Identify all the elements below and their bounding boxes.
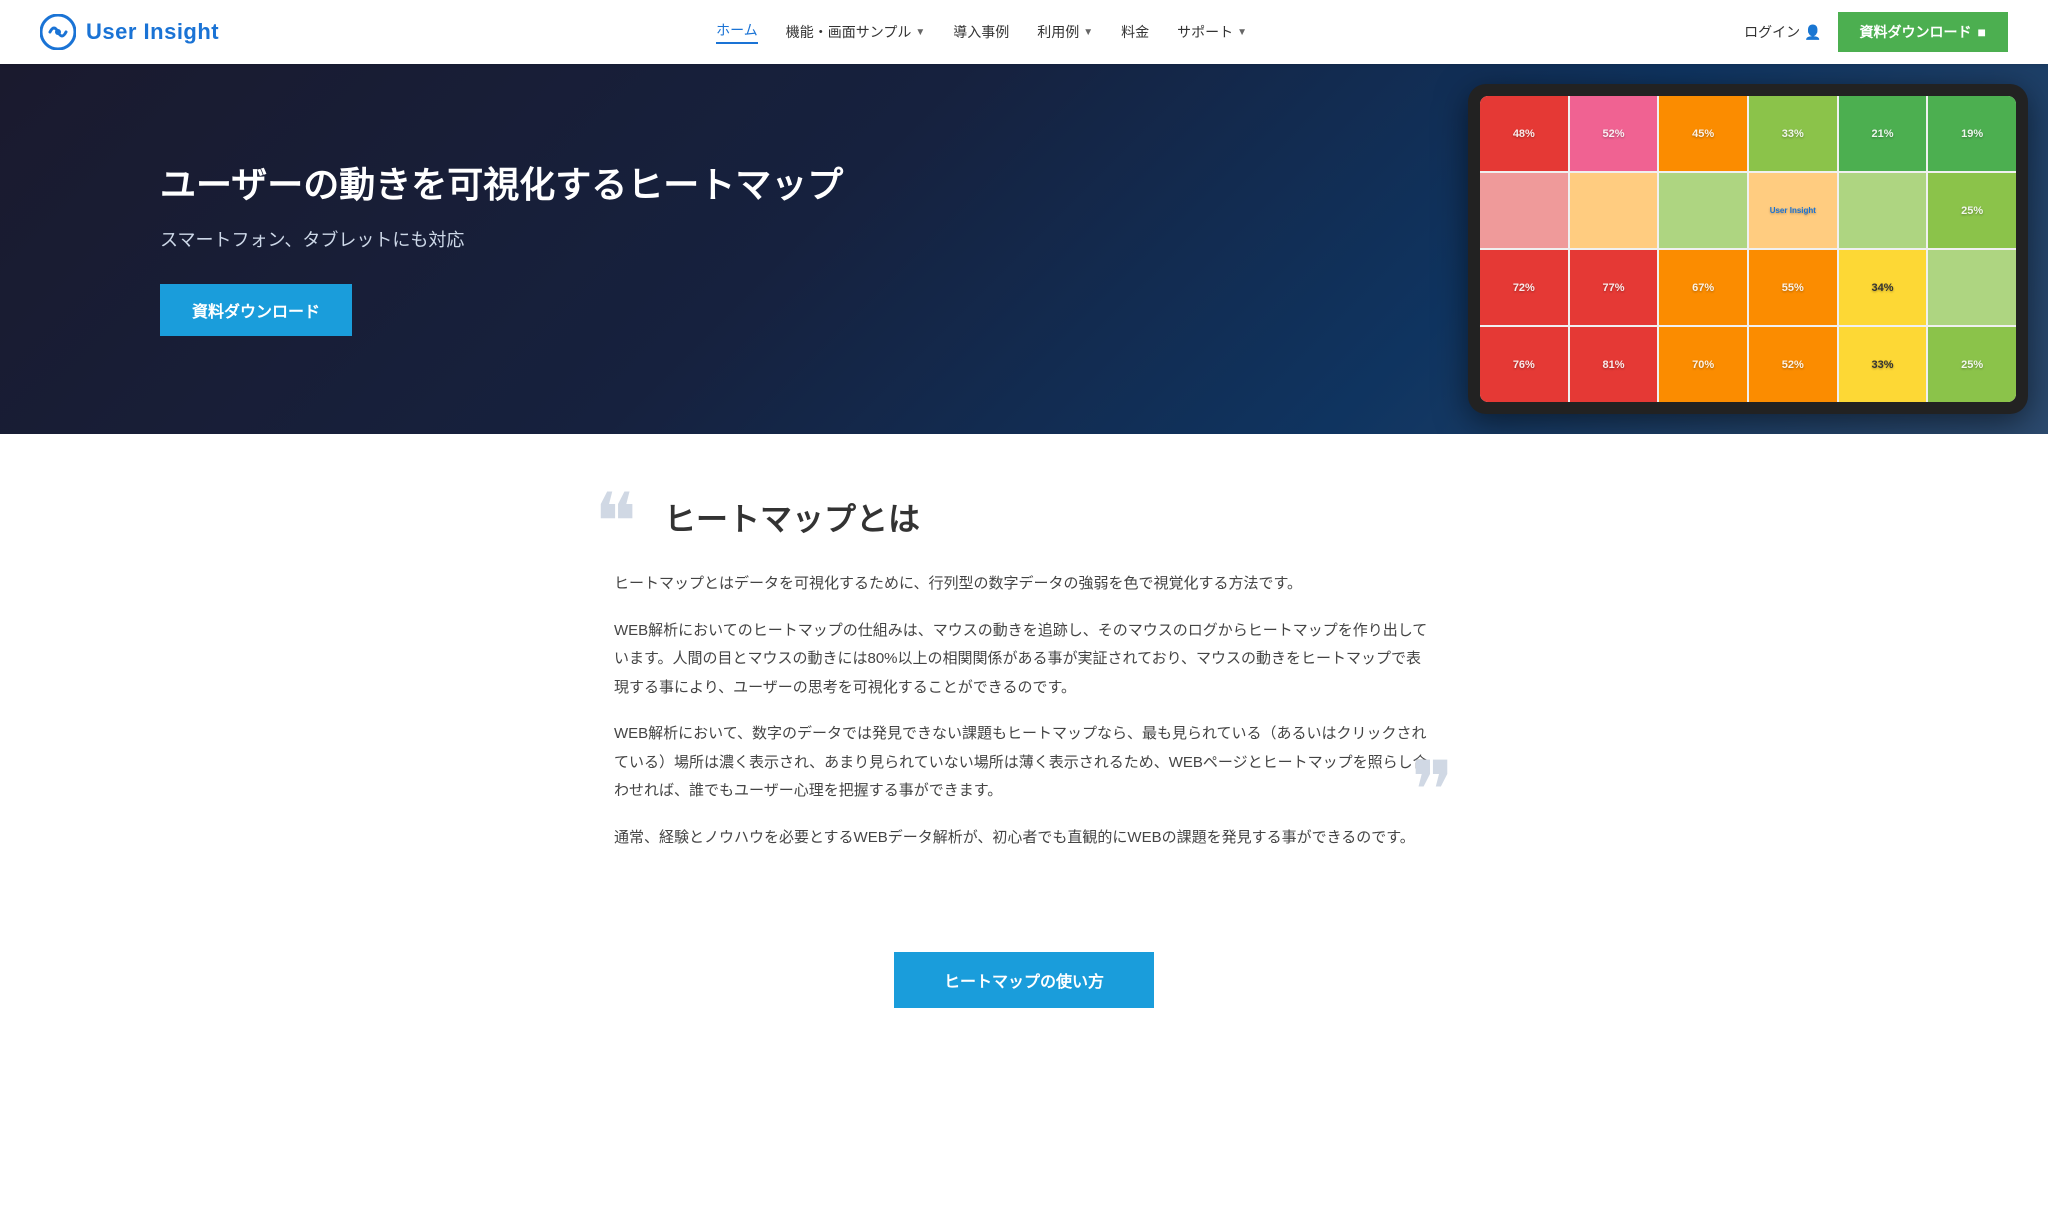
section-body: ヒートマップとはデータを可視化するために、行列型の数字データの強弱を色で視覚化す… (614, 570, 1434, 852)
nav-support[interactable]: サポート ▼ (1177, 22, 1247, 42)
hero-section: ユーザーの動きを可視化するヒートマップ スマートフォン、タブレットにも対応 資料… (0, 64, 2048, 434)
heat-cell: 76% (1480, 327, 1568, 402)
heat-cell: 19% (1928, 96, 2016, 171)
section-title: ヒートマップとは (664, 494, 1434, 540)
main-nav: ホーム 機能・画面サンプル ▼ 導入事例 利用例 ▼ 料金 サポート ▼ (716, 20, 1247, 44)
heat-cell: 33% (1749, 96, 1837, 171)
logo-text: User Insight (86, 19, 219, 45)
heat-cell: 70% (1659, 327, 1747, 402)
close-quote-icon: ❞ (1411, 752, 1454, 832)
nav-features[interactable]: 機能・画面サンプル ▼ (786, 22, 926, 42)
heat-cell (1928, 250, 2016, 325)
open-quote-icon: ❝ (594, 484, 637, 564)
chevron-down-icon: ▼ (1237, 27, 1247, 38)
tablet-screen: 48% 52% 45% 33% 21% 19% User Insight 25%… (1480, 96, 2016, 402)
nav-examples[interactable]: 利用例 ▼ (1037, 22, 1093, 42)
heat-cell: User Insight (1749, 173, 1837, 248)
nav-pricing[interactable]: 料金 (1121, 22, 1149, 42)
login-button[interactable]: ログイン 👤 (1744, 22, 1821, 42)
heat-cell (1659, 173, 1747, 248)
logo-icon (40, 14, 76, 50)
tablet-visual: 48% 52% 45% 33% 21% 19% User Insight 25%… (1428, 64, 2048, 434)
heat-cell: 67% (1659, 250, 1747, 325)
heat-cell: 21% (1839, 96, 1927, 171)
heat-cell: 25% (1928, 327, 2016, 402)
header-right: ログイン 👤 資料ダウンロード ■ (1744, 12, 2008, 52)
paragraph-4: 通常、経験とノウハウを必要とするWEBデータ解析が、初心者でも直観的にWEBの課… (614, 824, 1434, 853)
hero-content: ユーザーの動きを可視化するヒートマップ スマートフォン、タブレットにも対応 資料… (0, 162, 843, 337)
logo-area: User Insight (40, 14, 219, 50)
header-download-button[interactable]: 資料ダウンロード ■ (1838, 12, 2008, 52)
tablet-frame: 48% 52% 45% 33% 21% 19% User Insight 25%… (1468, 84, 2028, 414)
chevron-down-icon: ▼ (915, 27, 925, 38)
heat-cell (1480, 173, 1568, 248)
document-icon: ■ (1978, 24, 1986, 40)
heat-cell: 25% (1928, 173, 2016, 248)
chevron-down-icon: ▼ (1083, 27, 1093, 38)
heat-cell: 55% (1749, 250, 1837, 325)
heatmap-section: ❝ ヒートマップとは ヒートマップとはデータを可視化するために、行列型の数字デー… (614, 494, 1434, 852)
heat-cell: 48% (1480, 96, 1568, 171)
hero-download-button[interactable]: 資料ダウンロード (160, 284, 352, 336)
heat-cell (1570, 173, 1658, 248)
heat-cell: 77% (1570, 250, 1658, 325)
heat-cell: 34% (1839, 250, 1927, 325)
heat-cell: 72% (1480, 250, 1568, 325)
nav-cases[interactable]: 導入事例 (953, 22, 1009, 42)
hero-subtitle: スマートフォン、タブレットにも対応 (160, 226, 843, 252)
heatmap-usage-button[interactable]: ヒートマップの使い方 (894, 952, 1154, 1008)
bottom-cta: ヒートマップの使い方 (0, 932, 2048, 1048)
heat-cell: 52% (1749, 327, 1837, 402)
header: User Insight ホーム 機能・画面サンプル ▼ 導入事例 利用例 ▼ … (0, 0, 2048, 64)
heat-cell: 52% (1570, 96, 1658, 171)
user-icon: 👤 (1804, 24, 1821, 41)
heat-cell: 45% (1659, 96, 1747, 171)
heat-cell: 33% (1839, 327, 1927, 402)
heat-cell (1839, 173, 1927, 248)
nav-home[interactable]: ホーム (716, 20, 758, 44)
heat-cell: 81% (1570, 327, 1658, 402)
paragraph-3: WEB解析において、数字のデータでは発見できない課題もヒートマップなら、最も見ら… (614, 720, 1434, 806)
hero-title: ユーザーの動きを可視化するヒートマップ (160, 162, 843, 209)
paragraph-1: ヒートマップとはデータを可視化するために、行列型の数字データの強弱を色で視覚化す… (614, 570, 1434, 599)
main-content: ❝ ヒートマップとは ヒートマップとはデータを可視化するために、行列型の数字デー… (574, 434, 1474, 932)
paragraph-2: WEB解析においてのヒートマップの仕組みは、マウスの動きを追跡し、そのマウスのロ… (614, 617, 1434, 703)
